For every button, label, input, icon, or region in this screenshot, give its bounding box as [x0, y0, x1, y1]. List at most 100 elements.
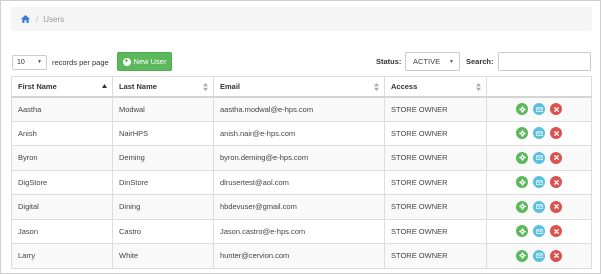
cell-access: STORE OWNER — [384, 145, 487, 171]
email-button[interactable] — [533, 103, 545, 115]
envelope-icon — [535, 229, 543, 234]
row-actions — [493, 103, 585, 115]
cell-access: STORE OWNER — [384, 194, 487, 220]
cell-actions — [486, 218, 592, 244]
delete-button[interactable] — [550, 176, 562, 189]
cell-last-name: NairHPS — [112, 120, 214, 146]
close-icon — [553, 204, 559, 210]
page-length-control: 10 ▼ records per page — [12, 53, 109, 71]
email-button[interactable] — [533, 127, 545, 140]
table-row: Digital Dining hbdevuser@gmail.com STORE… — [11, 194, 592, 220]
cell-first-name: Larry — [11, 243, 113, 269]
edit-button[interactable] — [516, 249, 528, 262]
row-actions — [493, 225, 585, 238]
envelope-icon — [535, 253, 543, 259]
gear-icon — [518, 252, 526, 260]
gear-icon — [518, 129, 526, 137]
header-last-name[interactable]: Last Name — [112, 76, 214, 98]
close-icon — [553, 253, 559, 259]
row-actions — [493, 127, 585, 140]
cell-email: Jason.castro@e-hps.com — [213, 218, 385, 244]
users-table: First Name Last Name Email Access Aastha… — [11, 76, 592, 269]
gear-icon — [518, 203, 526, 211]
cell-actions — [486, 145, 592, 171]
new-user-button[interactable]: + New User — [117, 52, 172, 71]
header-access[interactable]: Access — [384, 76, 487, 98]
delete-button[interactable] — [550, 103, 562, 115]
cell-actions — [486, 243, 592, 269]
edit-button[interactable] — [516, 176, 528, 189]
table-row: Larry White hunter@cervion.com STORE OWN… — [11, 243, 592, 269]
status-select[interactable]: ACTIVE ▼ — [405, 52, 460, 71]
chevron-down-icon: ▼ — [449, 58, 454, 65]
table-row: Aastha Modwal aastha.modwal@e-hps.com ST… — [11, 96, 592, 122]
cell-email: hbdevuser@gmail.com — [213, 194, 385, 220]
close-icon — [553, 228, 559, 234]
edit-button[interactable] — [516, 151, 528, 164]
edit-button[interactable] — [516, 200, 528, 213]
page-length-value: 10 — [17, 58, 25, 66]
status-value: ACTIVE — [413, 57, 441, 66]
cell-access: STORE OWNER — [384, 169, 487, 195]
search-input[interactable] — [498, 52, 591, 71]
cell-first-name: Aastha — [11, 96, 113, 122]
cell-access: STORE OWNER — [384, 218, 487, 244]
cell-last-name: Castro — [112, 218, 214, 244]
email-button[interactable] — [533, 249, 545, 262]
cell-actions — [486, 194, 592, 220]
envelope-icon — [535, 155, 543, 161]
delete-button[interactable] — [550, 127, 562, 140]
close-icon — [553, 155, 559, 161]
cell-email: anish.nair@e-hps.com — [213, 120, 385, 146]
envelope-icon — [535, 106, 543, 112]
search-label: Search: — [466, 57, 494, 66]
close-icon — [553, 179, 559, 185]
table-row: Anish NairHPS anish.nair@e-hps.com STORE… — [11, 120, 592, 146]
cell-last-name: Dining — [112, 194, 214, 220]
table-row: Byron Deming byron.deming@e-hps.com STOR… — [11, 145, 592, 171]
email-button[interactable] — [533, 200, 545, 213]
header-actions — [486, 76, 592, 98]
delete-button[interactable] — [550, 151, 562, 164]
edit-button[interactable] — [516, 225, 528, 238]
row-actions — [493, 176, 585, 189]
edit-button[interactable] — [516, 127, 528, 140]
breadcrumb: / Users — [11, 7, 592, 31]
header-email[interactable]: Email — [213, 76, 385, 98]
delete-button[interactable] — [550, 200, 562, 213]
cell-first-name: Byron — [11, 145, 113, 171]
gear-icon — [518, 178, 526, 186]
cell-access: STORE OWNER — [384, 120, 487, 146]
email-button[interactable] — [533, 176, 545, 189]
table-header-row: First Name Last Name Email Access — [11, 76, 592, 98]
envelope-icon — [535, 180, 543, 185]
envelope-icon — [535, 204, 543, 210]
cell-email: hunter@cervion.com — [213, 243, 385, 269]
cell-actions — [486, 169, 592, 195]
gear-icon — [518, 105, 526, 113]
cell-first-name: Jason — [11, 218, 113, 244]
page-length-select[interactable]: 10 ▼ — [12, 54, 47, 70]
new-user-label: New User — [133, 57, 167, 66]
email-button[interactable] — [533, 151, 545, 164]
cell-actions — [486, 96, 592, 122]
envelope-icon — [535, 131, 543, 136]
email-button[interactable] — [533, 225, 545, 238]
close-icon — [553, 106, 559, 112]
home-icon[interactable] — [21, 15, 30, 23]
page-length-label: records per page — [52, 57, 109, 67]
status-label: Status: — [376, 57, 402, 66]
cell-actions — [486, 120, 592, 146]
delete-button[interactable] — [550, 249, 562, 262]
table-row: Jason Castro Jason.castro@e-hps.com STOR… — [11, 218, 592, 244]
cell-first-name: Anish — [11, 120, 113, 146]
edit-button[interactable] — [516, 103, 528, 115]
cell-first-name: Digital — [11, 194, 113, 220]
cell-email: aastha.modwal@e-hps.com — [213, 96, 385, 122]
breadcrumb-current: Users — [43, 14, 65, 24]
delete-button[interactable] — [550, 225, 562, 238]
header-first-name[interactable]: First Name — [11, 76, 113, 98]
sort-icon — [203, 83, 208, 91]
cell-email: dlrusertest@aol.com — [213, 169, 385, 195]
cell-first-name: DigStore — [11, 169, 113, 195]
